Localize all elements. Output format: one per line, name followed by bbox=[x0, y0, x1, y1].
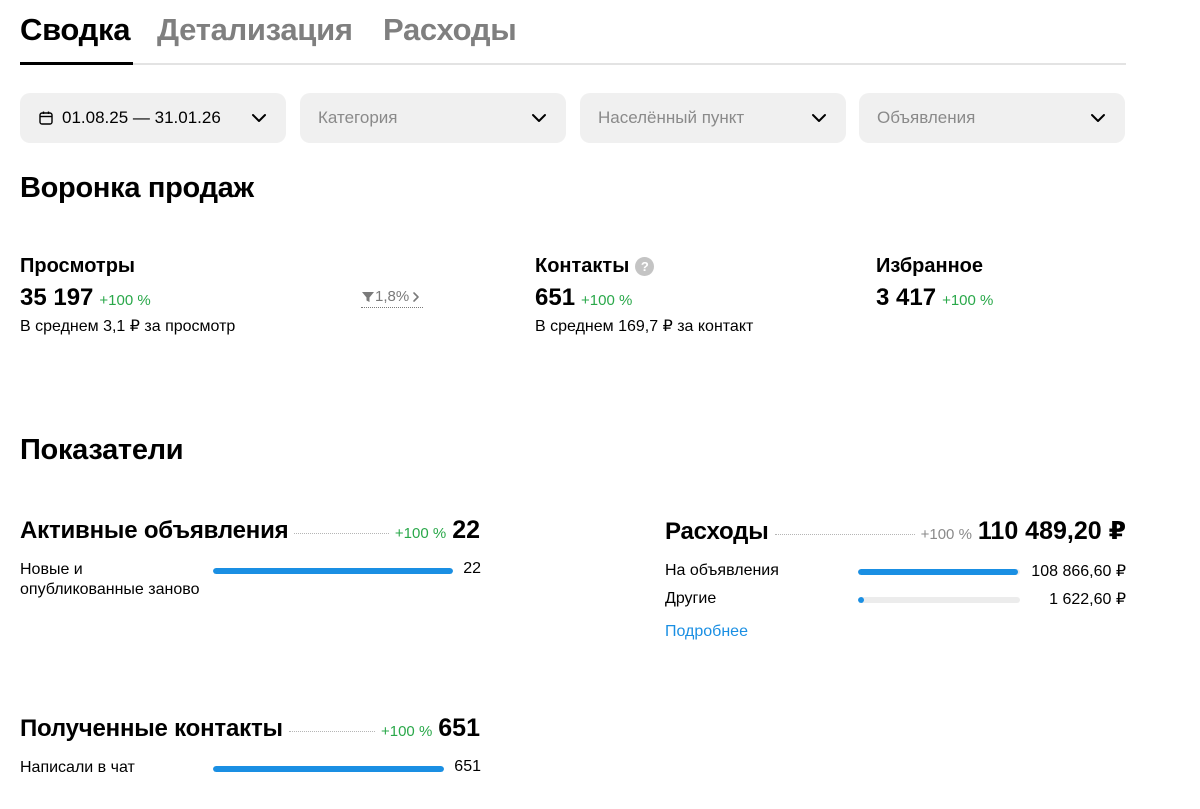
funnel-icon bbox=[362, 291, 374, 302]
listing-expenses-label: На объявления bbox=[665, 562, 779, 579]
listings-select[interactable]: Объявления bbox=[859, 93, 1125, 143]
expenses-delta: +100 % bbox=[920, 526, 972, 543]
locality-placeholder: Населённый пункт bbox=[598, 108, 745, 127]
listing-expenses-value: 108 866,60 ₽ bbox=[1031, 563, 1126, 580]
listing-expenses-bar-fill bbox=[858, 569, 1018, 575]
received-contacts-delta: +100 % bbox=[380, 723, 433, 740]
favorites-delta: +100 % bbox=[942, 292, 994, 309]
chat-contacts-bar bbox=[213, 766, 444, 772]
new-listings-bar bbox=[213, 568, 453, 574]
category-select[interactable]: Категория bbox=[300, 93, 566, 143]
calendar-icon bbox=[39, 111, 53, 125]
new-listings-bar-fill bbox=[213, 568, 453, 574]
chevron-down-icon bbox=[252, 114, 266, 122]
favorites-label: Избранное bbox=[876, 255, 984, 277]
views-average: В среднем 3,1 ₽ за просмотр bbox=[20, 318, 236, 335]
active-listings-value: 22 bbox=[452, 516, 480, 544]
dotted-leader bbox=[294, 533, 389, 534]
received-contacts-title: Полученные контакты bbox=[20, 715, 283, 742]
contacts-delta: +100 % bbox=[581, 292, 633, 309]
contacts-metric: Контакты ? 651 +100 % В среднем 169,7 ₽ … bbox=[535, 255, 753, 336]
dotted-leader bbox=[774, 534, 915, 535]
favorites-value: 3 417 bbox=[876, 284, 937, 311]
listings-placeholder: Объявления bbox=[877, 108, 976, 127]
category-placeholder: Категория bbox=[318, 108, 398, 127]
new-listings-value: 22 bbox=[463, 560, 481, 577]
views-label: Просмотры bbox=[20, 255, 136, 277]
other-expenses-bar-fill bbox=[858, 597, 865, 603]
contacts-label: Контакты bbox=[535, 255, 630, 277]
locality-select[interactable]: Населённый пункт bbox=[580, 93, 846, 143]
received-contacts-value: 651 bbox=[438, 714, 480, 742]
help-icon[interactable]: ? bbox=[635, 257, 655, 276]
funnel-title: Воронка продаж bbox=[20, 172, 254, 204]
active-listings-title: Активные объявления bbox=[20, 517, 289, 544]
received-contacts-header: Полученные контакты +100 % 651 bbox=[20, 714, 480, 743]
chat-contacts-label: Написали в чат bbox=[20, 759, 135, 776]
favorites-metric: Избранное 3 417 +100 % bbox=[876, 255, 993, 312]
conversion-value: 1,8% bbox=[375, 288, 410, 305]
tab-details[interactable]: Детализация bbox=[157, 12, 353, 48]
views-metric: Просмотры 35 197 +100 % В среднем 3,1 ₽ … bbox=[20, 255, 235, 336]
views-value: 35 197 bbox=[20, 284, 94, 311]
contacts-value: 651 bbox=[535, 284, 576, 311]
active-listings-delta: +100 % bbox=[394, 525, 447, 542]
more-details-link[interactable]: Подробнее bbox=[665, 623, 748, 641]
listing-expenses-bar bbox=[858, 569, 1020, 575]
dotted-leader bbox=[288, 731, 375, 732]
tabs-bar: Сводка Детализация Расходы bbox=[20, 10, 1126, 65]
chat-contacts-value: 651 bbox=[454, 758, 481, 775]
chevron-down-icon bbox=[1091, 114, 1105, 122]
date-range-value: 01.08.25 — 31.01.26 bbox=[62, 108, 221, 127]
new-listings-label: Новые и опубликованные заново bbox=[20, 561, 200, 598]
active-listings-header: Активные объявления +100 % 22 bbox=[20, 516, 480, 545]
conversion-link[interactable]: 1,8% bbox=[361, 288, 424, 308]
indicators-title: Показатели bbox=[20, 434, 184, 466]
other-expenses-value: 1 622,60 ₽ bbox=[1049, 591, 1126, 608]
active-tab-indicator bbox=[20, 62, 133, 65]
expenses-header: Расходы +100 % 110 489,20 ₽ bbox=[665, 516, 1126, 546]
views-delta: +100 % bbox=[99, 292, 151, 309]
chevron-down-icon bbox=[812, 114, 826, 122]
tab-expenses[interactable]: Расходы bbox=[383, 12, 517, 48]
chat-contacts-bar-fill bbox=[213, 766, 444, 772]
tab-summary[interactable]: Сводка bbox=[20, 12, 131, 48]
expenses-value: 110 489,20 ₽ bbox=[977, 517, 1126, 545]
other-expenses-label: Другие bbox=[665, 590, 717, 607]
contacts-average: В среднем 169,7 ₽ за контакт bbox=[535, 318, 754, 335]
expenses-title: Расходы bbox=[665, 518, 769, 545]
chevron-down-icon bbox=[532, 114, 546, 122]
chevron-right-icon bbox=[413, 291, 420, 302]
other-expenses-bar bbox=[858, 597, 1020, 603]
date-range-select[interactable]: 01.08.25 — 31.01.26 bbox=[20, 93, 286, 143]
